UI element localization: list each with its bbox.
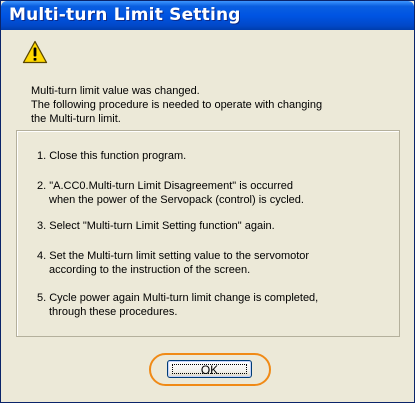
step-item: 2. "A.CC0.Multi-turn Limit Disagreement"…: [37, 179, 304, 207]
title-bar[interactable]: Multi-turn Limit Setting: [1, 1, 414, 30]
step-line: 4. Set the Multi-turn limit setting valu…: [37, 250, 310, 262]
step-line: 2. "A.CC0.Multi-turn Limit Disagreement"…: [37, 180, 294, 192]
ok-button[interactable]: OK: [167, 360, 252, 378]
step-line: 1. Close this function program.: [37, 150, 187, 162]
intro-line: The following procedure is needed to ope…: [31, 99, 323, 111]
step-item: 3. Select "Multi-turn Limit Setting func…: [37, 219, 275, 233]
intro-line: Multi-turn limit value was changed.: [31, 85, 200, 97]
ok-button-label: OK: [200, 363, 219, 377]
step-item: 1. Close this function program.: [37, 149, 186, 163]
procedure-steps-box: 1. Close this function program. 2. "A.CC…: [16, 130, 400, 337]
step-line: 3. Select "Multi-turn Limit Setting func…: [37, 220, 275, 232]
dialog-body: Multi-turn limit value was changed. The …: [4, 30, 411, 399]
intro-message: Multi-turn limit value was changed. The …: [31, 84, 401, 126]
window-title: Multi-turn Limit Setting: [9, 5, 241, 25]
step-line: according to the instruction of the scre…: [49, 264, 251, 276]
step-line: 5. Cycle power again Multi-turn limit ch…: [37, 292, 319, 304]
ok-button-highlight: OK: [149, 353, 271, 386]
intro-line: the Multi-turn limit.: [31, 113, 121, 125]
step-item: 4. Set the Multi-turn limit setting valu…: [37, 249, 309, 277]
step-line: when the power of the Servopack (control…: [49, 194, 304, 206]
warning-icon: [22, 40, 48, 64]
step-line: through these procedures.: [49, 306, 178, 318]
dialog-window: Multi-turn Limit Setting Multi-turn limi…: [0, 0, 415, 403]
step-item: 5. Cycle power again Multi-turn limit ch…: [37, 291, 318, 319]
